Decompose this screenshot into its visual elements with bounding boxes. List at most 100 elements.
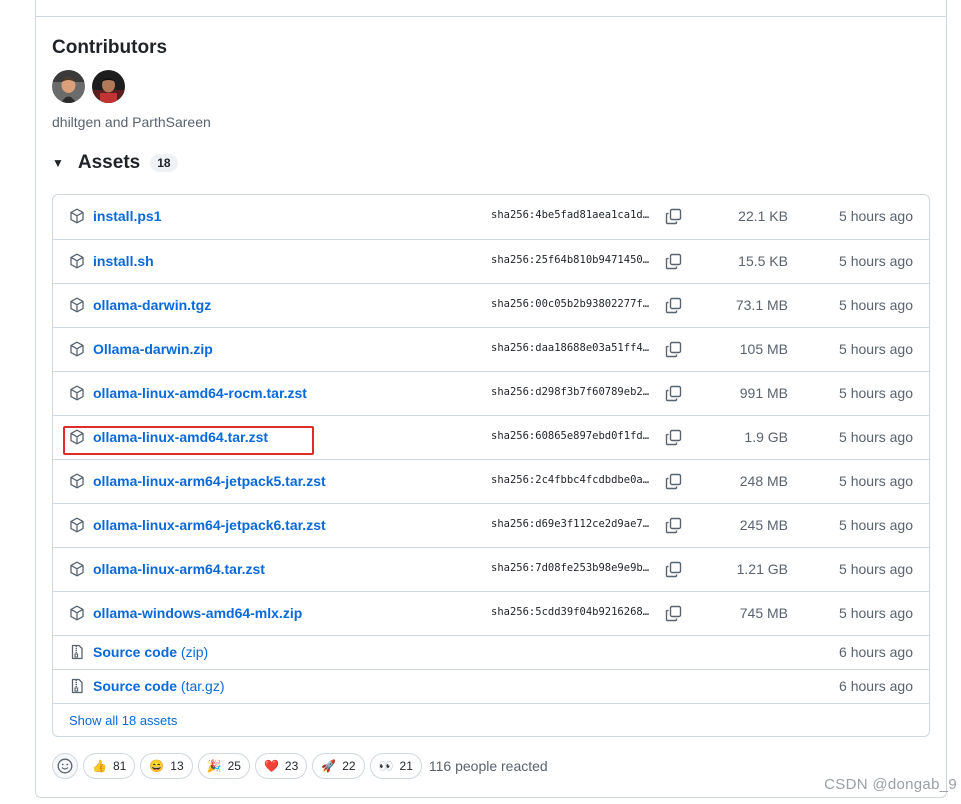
asset-row: install.sh sha256:25f64b810b9471450… 15.5 … bbox=[53, 239, 929, 283]
copy-icon[interactable] bbox=[665, 517, 682, 534]
asset-link[interactable]: ollama-linux-arm64-jetpack6.tar.zst bbox=[93, 517, 326, 533]
asset-link[interactable]: install.sh bbox=[93, 253, 154, 269]
copy-icon[interactable] bbox=[665, 561, 682, 578]
assets-toggle[interactable]: ▼ Assets 18 bbox=[52, 152, 178, 174]
asset-time: 5 hours ago bbox=[839, 297, 913, 313]
asset-sha256: sha256:00c05b2b93802277f… bbox=[491, 298, 650, 310]
reaction-count: 23 bbox=[284, 759, 299, 773]
assets-heading: Assets bbox=[77, 152, 141, 173]
copy-icon[interactable] bbox=[665, 208, 682, 225]
contributor-avatars bbox=[52, 70, 125, 103]
source-code-format: (tar.gz) bbox=[180, 678, 225, 694]
package-icon bbox=[69, 561, 85, 577]
source-code-label: Source code bbox=[93, 644, 178, 660]
asset-size: 22.1 KB bbox=[738, 208, 788, 224]
package-icon bbox=[69, 253, 85, 269]
reaction-emoji-icon: ❤️ bbox=[263, 759, 279, 773]
asset-sha256: sha256:4be5fad81aea1ca1d… bbox=[491, 209, 650, 221]
package-icon bbox=[69, 473, 85, 489]
asset-sha256: sha256:d298f3b7f60789eb2… bbox=[491, 386, 650, 398]
copy-icon[interactable] bbox=[665, 429, 682, 446]
reaction-count: 21 bbox=[399, 759, 413, 773]
reaction-count: 13 bbox=[170, 759, 184, 773]
reaction-count: 25 bbox=[227, 759, 241, 773]
section-divider bbox=[35, 16, 947, 17]
reaction-emoji-icon: 👀 bbox=[378, 759, 394, 773]
asset-sha256: sha256:25f64b810b9471450… bbox=[491, 254, 650, 266]
asset-row: ollama-windows-amd64-mlx.zip sha256:5cdd3… bbox=[53, 591, 929, 635]
copy-icon[interactable] bbox=[665, 297, 682, 314]
asset-link[interactable]: ollama-linux-arm64-jetpack5.tar.zst bbox=[93, 473, 326, 489]
asset-sha256: sha256:2c4fbbc4fcdbdbe0a… bbox=[491, 474, 650, 486]
asset-sha256: sha256:d69e3f112ce2d9ae7… bbox=[491, 518, 650, 530]
reaction-button[interactable]: 👀 21 bbox=[369, 753, 422, 779]
asset-time: 5 hours ago bbox=[839, 429, 913, 445]
asset-time: 5 hours ago bbox=[839, 253, 913, 269]
asset-link[interactable]: ollama-windows-amd64-mlx.zip bbox=[93, 605, 302, 621]
asset-time: 5 hours ago bbox=[839, 208, 913, 224]
copy-icon[interactable] bbox=[665, 341, 682, 358]
source-code-format: (zip) bbox=[180, 644, 209, 660]
asset-row: Ollama-darwin.zip sha256:daa18688e03a51ff… bbox=[53, 327, 929, 371]
reaction-button[interactable]: 👍 81 bbox=[83, 753, 136, 779]
contributors-heading: Contributors bbox=[52, 37, 168, 58]
copy-icon[interactable] bbox=[665, 253, 682, 270]
source-code-label: Source code bbox=[93, 678, 178, 694]
asset-time: 5 hours ago bbox=[839, 385, 913, 401]
asset-size: 991 MB bbox=[739, 385, 788, 401]
asset-link[interactable]: install.ps1 bbox=[93, 208, 161, 224]
file-zip-icon bbox=[69, 644, 85, 660]
asset-link[interactable]: ollama-linux-amd64-rocm.tar.zst bbox=[93, 385, 307, 401]
show-all-assets-link[interactable]: Show all 18 assets bbox=[69, 713, 177, 728]
contributor-names: dhiltgen and ParthSareen bbox=[52, 114, 211, 130]
avatar-parthsareen[interactable] bbox=[92, 70, 125, 103]
asset-link[interactable]: ollama-linux-arm64.tar.zst bbox=[93, 561, 265, 577]
file-zip-icon bbox=[69, 678, 85, 694]
asset-row: ollama-darwin.tgz sha256:00c05b2b93802277… bbox=[53, 283, 929, 327]
asset-link[interactable]: Ollama-darwin.zip bbox=[93, 341, 213, 357]
watermark: CSDN @dongab_9 bbox=[824, 776, 957, 793]
avatar-dhiltgen[interactable] bbox=[52, 70, 85, 103]
reaction-button[interactable]: 🚀 22 bbox=[312, 753, 365, 779]
copy-icon[interactable] bbox=[665, 605, 682, 622]
add-reaction-button[interactable] bbox=[52, 753, 78, 779]
assets-count-badge: 18 bbox=[150, 154, 178, 172]
asset-time: 5 hours ago bbox=[839, 517, 913, 533]
source-code-link[interactable]: Source code (tar.gz) bbox=[93, 678, 225, 694]
asset-time: 5 hours ago bbox=[839, 473, 913, 489]
smiley-icon bbox=[57, 758, 73, 774]
reaction-button[interactable]: 😄 13 bbox=[140, 753, 193, 779]
copy-icon[interactable] bbox=[665, 473, 682, 490]
source-code-time: 6 hours ago bbox=[839, 678, 913, 694]
reaction-count: 22 bbox=[342, 759, 356, 773]
package-icon bbox=[69, 605, 85, 621]
asset-size: 15.5 KB bbox=[738, 253, 788, 269]
asset-size: 745 MB bbox=[739, 605, 788, 621]
asset-time: 5 hours ago bbox=[839, 341, 913, 357]
reaction-emoji-icon: 🚀 bbox=[321, 759, 337, 773]
asset-link[interactable]: ollama-darwin.tgz bbox=[93, 297, 211, 313]
reaction-emoji-icon: 👍 bbox=[92, 759, 107, 773]
source-code-row: Source code (zip) 6 hours ago bbox=[53, 635, 929, 669]
asset-sha256: sha256:5cdd39f04b9216268… bbox=[491, 606, 650, 618]
asset-row: ollama-linux-arm64-jetpack6.tar.zst sha25… bbox=[53, 503, 929, 547]
asset-row: ollama-linux-arm64-jetpack5.tar.zst sha25… bbox=[53, 459, 929, 503]
source-code-link[interactable]: Source code (zip) bbox=[93, 644, 208, 660]
asset-size: 245 MB bbox=[739, 517, 788, 533]
reaction-emoji-icon: 😄 bbox=[149, 759, 165, 773]
asset-time: 5 hours ago bbox=[839, 605, 913, 621]
asset-size: 1.21 GB bbox=[736, 561, 788, 577]
source-code-time: 6 hours ago bbox=[839, 644, 913, 660]
asset-row: install.ps1 sha256:4be5fad81aea1ca1d… 22.1… bbox=[53, 195, 929, 239]
reactions-summary: 116 people reacted bbox=[428, 758, 548, 774]
copy-icon[interactable] bbox=[665, 385, 682, 402]
reaction-count: 81 bbox=[112, 759, 127, 773]
reaction-button[interactable]: 🎉 25 bbox=[197, 753, 250, 779]
asset-link[interactable]: ollama-linux-amd64.tar.zst bbox=[93, 429, 268, 445]
asset-row: ollama-linux-amd64.tar.zst sha256:60865e8… bbox=[53, 415, 929, 459]
assets-list: install.ps1 sha256:4be5fad81aea1ca1d… 22.1… bbox=[52, 194, 930, 737]
asset-size: 1.9 GB bbox=[744, 429, 788, 445]
reaction-button[interactable]: ❤️ 23 bbox=[254, 753, 308, 779]
package-icon bbox=[69, 208, 85, 224]
asset-sha256: sha256:7d08fe253b98e9e9b… bbox=[491, 562, 650, 574]
